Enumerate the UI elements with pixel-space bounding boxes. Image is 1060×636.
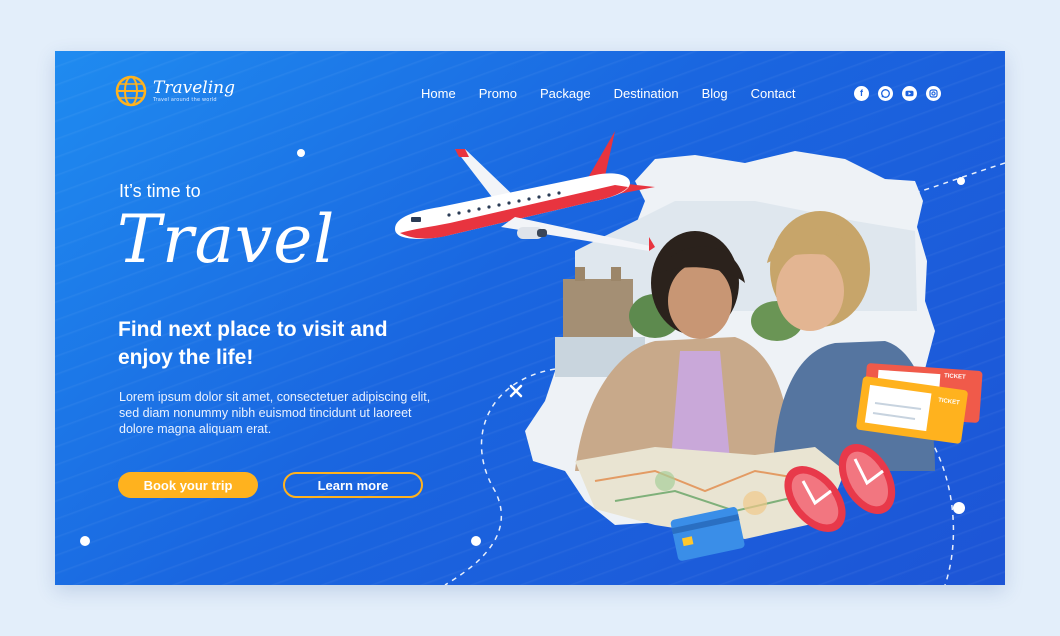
brand-text: Traveling Travel around the world: [153, 79, 235, 103]
decor-dot: [80, 536, 90, 546]
nav-blog[interactable]: Blog: [702, 86, 728, 101]
brand-name: Traveling: [153, 78, 235, 98]
nav-destination[interactable]: Destination: [614, 86, 679, 101]
book-trip-button[interactable]: Book your trip: [118, 472, 258, 498]
decor-dot: [297, 149, 305, 157]
facebook-icon[interactable]: f: [854, 86, 869, 101]
youtube-icon[interactable]: [902, 86, 917, 101]
hero-pre-title: It’s time to: [119, 181, 201, 201]
hero-body: Lorem ipsum dolor sit amet, consectetuer…: [119, 390, 431, 436]
globe-icon: [115, 75, 147, 107]
decor-dot: [471, 536, 481, 546]
brand-logo[interactable]: Traveling Travel around the world: [115, 75, 235, 107]
social-links: f: [854, 86, 950, 101]
whatsapp-icon[interactable]: [878, 86, 893, 101]
nav-package[interactable]: Package: [540, 86, 591, 101]
main-nav: Home Promo Package Destination Blog Cont…: [421, 86, 818, 101]
hero-headline: Find next place to visit and enjoy the l…: [118, 318, 388, 369]
nav-contact[interactable]: Contact: [751, 86, 796, 101]
landing-hero-card: Traveling Travel around the world Home P…: [55, 51, 1005, 585]
hero-title: Travel: [117, 201, 336, 278]
x-mark-icon: [509, 384, 523, 398]
learn-more-button[interactable]: Learn more: [283, 472, 423, 498]
decor-dot: [957, 177, 965, 185]
instagram-icon[interactable]: [926, 86, 941, 101]
nav-promo[interactable]: Promo: [479, 86, 517, 101]
nav-home[interactable]: Home: [421, 86, 456, 101]
decor-dot: [953, 502, 965, 514]
